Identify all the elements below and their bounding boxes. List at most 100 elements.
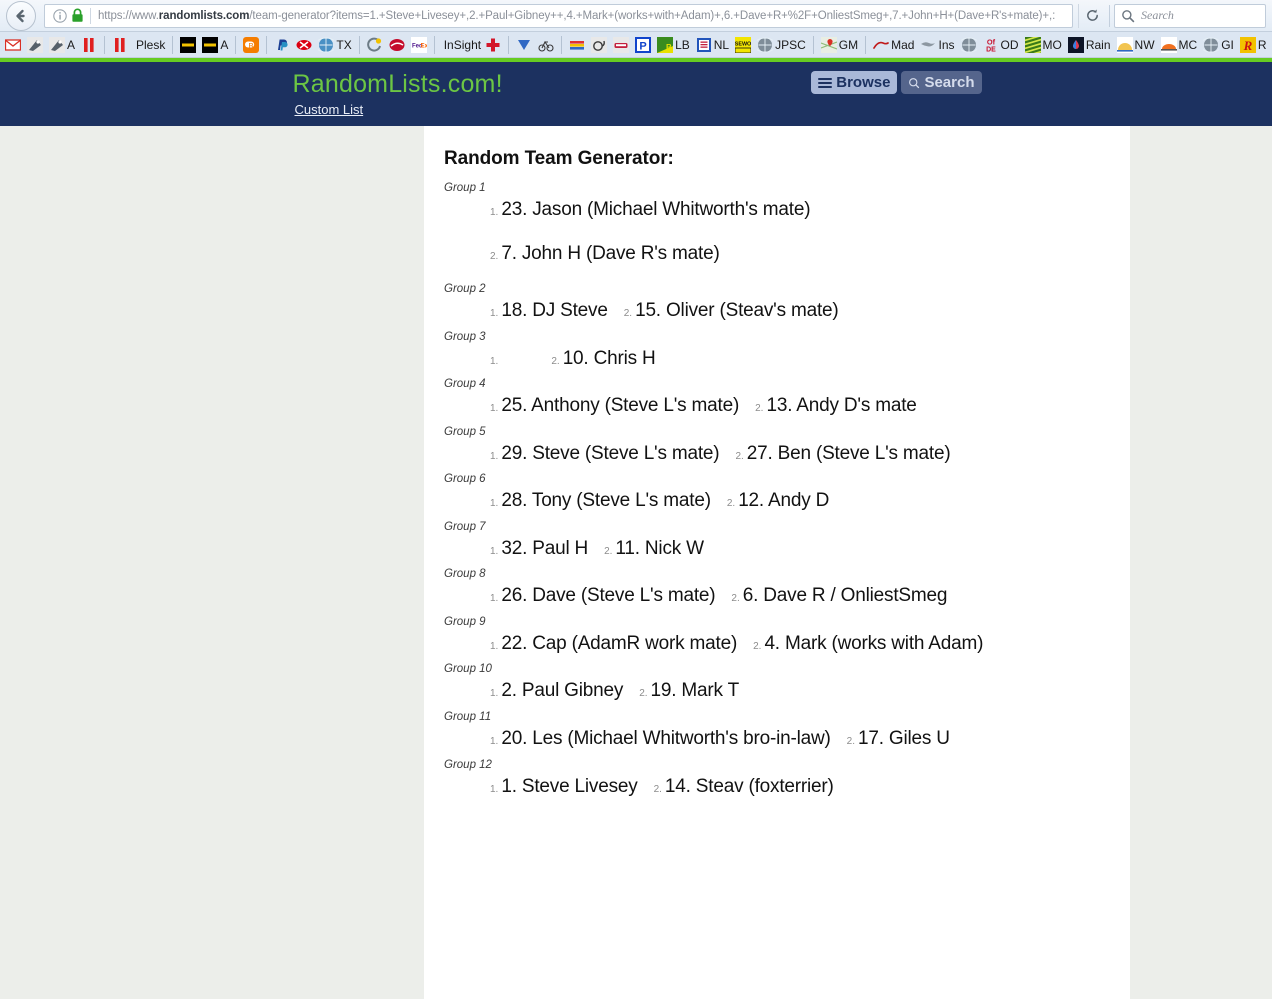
bookmark-mc[interactable]: MC [1158,34,1201,56]
sewo-icon: SEWO [735,36,752,53]
list-item-number: 1. [490,736,499,748]
custom-list-link[interactable]: Custom List [295,102,364,117]
sun-icon [1116,36,1133,53]
url-prefix: https://www. [98,9,159,22]
group: Group 5 1. 29. Steve (Steve L's mate) 2. 27.… [444,426,1112,468]
bookmark-redbars-2[interactable] [109,34,131,56]
bookmark-divider [812,35,814,54]
list-item: 2. 14. Steav (foxterrier) [654,773,834,801]
bookmark-label: A [220,37,229,52]
bookmark-redoval[interactable] [386,34,408,56]
list-item-text: 19. Mark T [650,680,740,702]
bookmark-gm[interactable]: GM [818,34,861,56]
ofde-icon: Of DE [983,37,999,52]
list-item-number: 1. [490,640,499,652]
bookmark-rain[interactable]: Rain [1065,34,1114,56]
bookmark-redbars-1[interactable] [78,34,100,56]
bookmark-stripes[interactable] [566,34,588,56]
paypal-icon [274,37,290,53]
bookmark-bike[interactable] [535,34,557,56]
list-item-text: 15. Oliver (Steav's mate) [635,300,839,322]
reload-button[interactable] [1078,3,1105,28]
address-bar[interactable]: https://www.randomlists.com/team-generat… [44,3,1073,28]
site-brand[interactable]: RandomLists.com! [293,70,503,99]
list-item: 1. 32. Paul H [490,535,588,563]
list-item-text: 27. Ben (Steve L's mate) [746,442,951,464]
group-label: Group 9 [444,615,486,628]
bookmark-lb[interactable]: B LB [654,34,693,56]
bookmark-insight[interactable]: InSight [439,34,504,56]
list-item-text: 12. Andy D [738,490,830,512]
bookmark-mo[interactable]: MO [1022,34,1065,56]
group-label: Group 4 [444,378,486,391]
search-icon [1122,9,1135,22]
list-item-number: 2. [846,736,855,748]
bookmark-tx[interactable]: TX [315,34,354,56]
group-items: 1. 20. Les (Michael Whitworth's bro-in-la… [444,725,1112,753]
bookmark-nl[interactable]: NL [693,34,732,56]
bookmark-triangle[interactable] [513,34,535,56]
bookmark-od[interactable]: Of DE OD [980,34,1022,56]
bookmark-gmail[interactable] [2,34,24,56]
bookmark-blackyellow-2[interactable]: A [199,34,231,56]
bookmark-r[interactable]: R R [1237,34,1270,56]
list-item-text: 18. DJ Steve [501,300,608,322]
bookmark-parking[interactable]: P [632,34,654,56]
bookmarks-bar[interactable]: A Plesk A B TX Fed E InSight P B LB NL S… [0,32,1272,58]
fedex-icon: FedEx [410,36,427,53]
bookmark-hsbc[interactable] [293,34,315,56]
browser-chrome: https://www.randomlists.com/team-generat… [0,0,1272,58]
bookmark-blogger[interactable]: B [240,34,262,56]
group-items: 1. 28. Tony (Steve L's mate) 2. 12. Andy D [444,487,1112,515]
bookmark-divider [433,35,435,54]
list-item: 2. 6. Dave R / OnliestSmeg [731,582,947,610]
bookmark-train[interactable] [610,34,632,56]
bookmark-dish-2[interactable]: A [46,34,78,56]
list-item-text: 28. Tony (Steve L's mate) [501,490,711,512]
bookmark-fedex[interactable]: FedEx [408,34,430,56]
bookmark-paypal[interactable] [271,34,293,56]
list-item: 2. 7. John H (Dave R's mate) [490,240,1112,268]
back-arrow-icon [16,9,25,22]
green-yellow-icon: B [657,36,674,53]
bookmark-nw[interactable]: NW [1114,34,1158,56]
group-label: Group 2 [444,283,486,296]
bookmark-jpsc[interactable]: JPSC [754,34,809,56]
svg-text:DE: DE [986,46,996,52]
bicycle-icon [538,37,554,53]
group: Group 10 1. 2. Paul Gibney 2. 19. Mark T [444,663,1112,705]
search-button[interactable]: Search [901,71,982,94]
bookmark-dish-1[interactable] [24,34,46,56]
list-item-text: 1. Steve Livesey [501,775,638,797]
browser-search-placeholder: Search [1141,8,1174,22]
bookmark-divider [358,35,360,54]
browser-search-box[interactable]: Search [1114,3,1266,28]
group-items: 1. 2. Paul Gibney 2. 19. Mark T [444,677,1112,705]
browser-navigation-bar: https://www.randomlists.com/team-generat… [0,0,1272,32]
bookmark-blackyellow-1[interactable] [177,34,199,56]
browse-button[interactable]: Browse [811,71,898,94]
bookmark-fox[interactable]: Ins [917,34,957,56]
info-icon[interactable] [52,8,68,24]
bookmark-gi[interactable]: GI [1200,34,1237,56]
svg-text:SEWO: SEWO [735,41,751,47]
bookmark-plesk[interactable]: Plesk [131,34,168,56]
group-label: Group 7 [444,520,486,533]
bookmark-mad[interactable]: Mad [870,34,917,56]
bookmark-label: NW [1134,37,1155,52]
url-domain: randomlists.com [158,9,250,22]
list-item-text: 26. Dave (Steve L's mate) [501,585,716,607]
bookmark-swirl[interactable] [364,34,386,56]
group-label: Group 3 [444,330,486,343]
bookmark-globe-1[interactable] [958,34,980,56]
list-item-text: 4. Mark (works with Adam) [764,632,984,654]
group-items: 1. 18. DJ Steve 2. 15. Oliver (Steav's mate… [444,297,1112,325]
list-item-number: 2. [731,593,740,605]
bookmark-snail[interactable] [588,34,610,56]
bookmark-divider [508,35,510,54]
magnifier-icon [908,77,920,89]
back-button[interactable] [6,0,36,31]
bookmark-sewo[interactable]: SEWO [732,34,754,56]
list-item: 2. 17. Giles U [847,725,950,753]
list-item: 1. 22. Cap (AdamR work mate) [490,630,737,658]
